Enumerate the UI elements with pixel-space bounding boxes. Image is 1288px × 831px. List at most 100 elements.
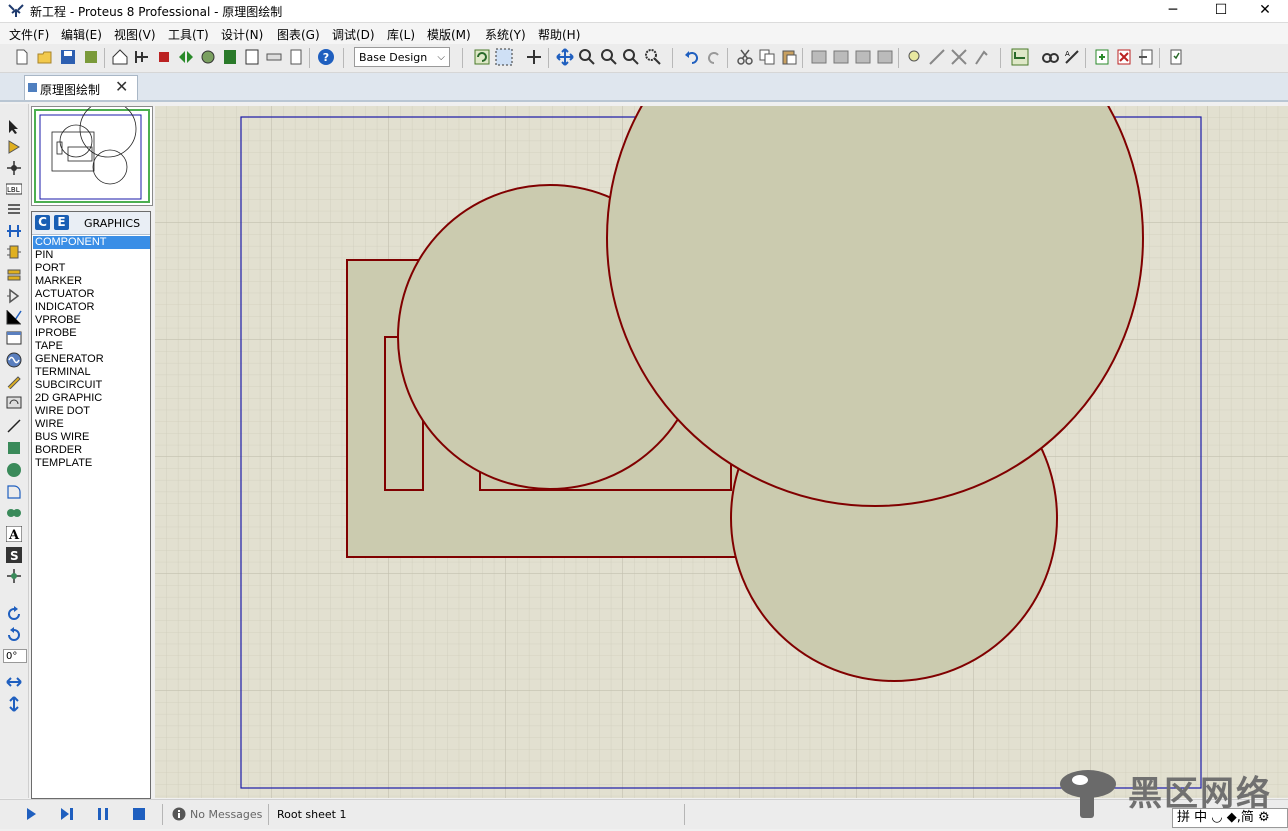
list-item[interactable]: VPROBE	[33, 314, 150, 327]
minimize-button[interactable]: ─	[1150, 0, 1196, 22]
list-item[interactable]: BUS WIRE	[33, 431, 150, 444]
menu-file[interactable]: 文件(F)	[9, 26, 49, 43]
list-item[interactable]: TAPE	[33, 340, 150, 353]
document-icon[interactable]	[287, 48, 305, 66]
schematic-canvas[interactable]	[155, 106, 1288, 798]
list-item[interactable]: TERMINAL	[33, 366, 150, 379]
menu-graph[interactable]: 图表(G)	[277, 26, 320, 43]
menu-library[interactable]: 库(L)	[387, 26, 415, 43]
text-draw-icon[interactable]: A	[6, 526, 22, 542]
list-item[interactable]: 2D GRAPHIC	[33, 392, 150, 405]
marker-draw-icon[interactable]	[6, 568, 22, 584]
subcircuit-icon[interactable]	[6, 244, 22, 260]
buses-icon[interactable]	[6, 223, 22, 239]
pick-from-library-button[interactable]: C	[35, 215, 50, 230]
schematic-icon[interactable]	[133, 48, 151, 66]
graph-mode-icon[interactable]	[6, 309, 22, 325]
overview-window[interactable]	[31, 100, 153, 206]
block-delete-icon[interactable]	[876, 48, 894, 66]
component-mode-icon[interactable]	[6, 139, 22, 155]
wire-label-icon[interactable]: LBL	[6, 181, 22, 197]
list-item[interactable]: ACTUATOR	[33, 288, 150, 301]
list-item[interactable]: GENERATOR	[33, 353, 150, 366]
menu-tools[interactable]: 工具(T)	[168, 26, 209, 43]
block-copy-icon[interactable]	[810, 48, 828, 66]
status-messages[interactable]: No Messages	[190, 808, 262, 821]
list-item[interactable]: MARKER	[33, 275, 150, 288]
origin-icon[interactable]	[525, 48, 543, 66]
zoom-area-icon[interactable]	[644, 48, 662, 66]
menu-system[interactable]: 系统(Y)	[485, 26, 526, 43]
zoom-all-icon[interactable]	[622, 48, 640, 66]
symbol-draw-icon[interactable]: S	[6, 547, 22, 563]
gerber-icon[interactable]	[177, 48, 195, 66]
menu-debug[interactable]: 调试(D)	[332, 26, 375, 43]
decompose-icon[interactable]	[972, 48, 990, 66]
refresh-icon[interactable]	[473, 48, 491, 66]
wire-autorouter-icon[interactable]	[1011, 48, 1029, 66]
list-item[interactable]: BORDER	[33, 444, 150, 457]
list-item[interactable]: SUBCIRCUIT	[33, 379, 150, 392]
zoom-out-icon[interactable]	[600, 48, 618, 66]
design-explorer-icon[interactable]	[199, 48, 217, 66]
remove-sheet-icon[interactable]	[1115, 48, 1133, 66]
import-icon[interactable]	[82, 48, 100, 66]
mirror-vertical-icon[interactable]	[6, 696, 22, 712]
redo-icon[interactable]	[705, 48, 723, 66]
copy-icon[interactable]	[758, 48, 776, 66]
property-assignment-icon[interactable]: A	[1063, 48, 1081, 66]
stop-icon[interactable]	[131, 806, 147, 822]
virtual-instruments-icon[interactable]	[6, 394, 22, 410]
list-item[interactable]: WIRE	[33, 418, 150, 431]
line-draw-icon[interactable]	[6, 418, 22, 434]
menu-edit[interactable]: 编辑(E)	[61, 26, 102, 43]
exit-to-parent-icon[interactable]	[1137, 48, 1155, 66]
pause-icon[interactable]	[95, 806, 111, 822]
source-code-icon[interactable]	[243, 48, 261, 66]
block-move-icon[interactable]	[832, 48, 850, 66]
menu-view[interactable]: 视图(V)	[114, 26, 156, 43]
notes-icon[interactable]	[265, 48, 283, 66]
tab-schematic-capture[interactable]: 原理图绘制 ✕	[24, 75, 138, 100]
rotate-clockwise-icon[interactable]	[6, 606, 22, 622]
junction-dot-icon[interactable]	[6, 160, 22, 176]
packaging-tool-icon[interactable]	[950, 48, 968, 66]
library-manager-button[interactable]: E	[54, 215, 69, 230]
attach-report-icon[interactable]	[1167, 48, 1185, 66]
pick-device-icon[interactable]	[906, 48, 924, 66]
paste-icon[interactable]	[780, 48, 798, 66]
mirror-horizontal-icon[interactable]	[6, 674, 22, 690]
search-tag-icon[interactable]	[1041, 48, 1059, 66]
make-device-icon[interactable]	[928, 48, 946, 66]
list-item[interactable]: PIN	[33, 249, 150, 262]
step-icon[interactable]	[59, 806, 75, 822]
new-sheet-icon[interactable]	[1093, 48, 1111, 66]
list-item[interactable]: INDICATOR	[33, 301, 150, 314]
maximize-button[interactable]: ☐	[1198, 0, 1244, 22]
design-variant-select[interactable]: Base Design ⌵	[354, 47, 450, 67]
menu-design[interactable]: 设计(N)	[221, 26, 263, 43]
close-window-button[interactable]: ✕	[1242, 0, 1288, 22]
text-script-icon[interactable]	[6, 202, 22, 218]
rotate-anticlockwise-icon[interactable]	[6, 627, 22, 643]
list-item[interactable]: WIRE DOT	[33, 405, 150, 418]
list-item[interactable]: PORT	[33, 262, 150, 275]
list-item[interactable]: COMPONENT	[33, 236, 150, 249]
zoom-in-icon[interactable]	[578, 48, 596, 66]
open-folder-icon[interactable]	[36, 48, 54, 66]
home-icon[interactable]	[111, 48, 129, 66]
save-icon[interactable]	[59, 48, 77, 66]
arc-draw-icon[interactable]	[6, 484, 22, 500]
device-pins-icon[interactable]	[6, 288, 22, 304]
menu-help[interactable]: 帮助(H)	[538, 26, 580, 43]
path-draw-icon[interactable]	[6, 505, 22, 521]
selection-mode-icon[interactable]	[6, 119, 22, 135]
menu-template[interactable]: 模版(M)	[427, 26, 471, 43]
tab-close-icon[interactable]: ✕	[115, 77, 128, 96]
ime-indicator[interactable]: 拼 中 ◡ ◆,简 ⚙	[1172, 808, 1288, 828]
help-icon[interactable]: ?	[317, 48, 335, 66]
tape-recorder-icon[interactable]	[6, 330, 22, 346]
list-item[interactable]: IPROBE	[33, 327, 150, 340]
list-item[interactable]: TEMPLATE	[33, 457, 150, 470]
pcb-icon[interactable]	[155, 48, 173, 66]
